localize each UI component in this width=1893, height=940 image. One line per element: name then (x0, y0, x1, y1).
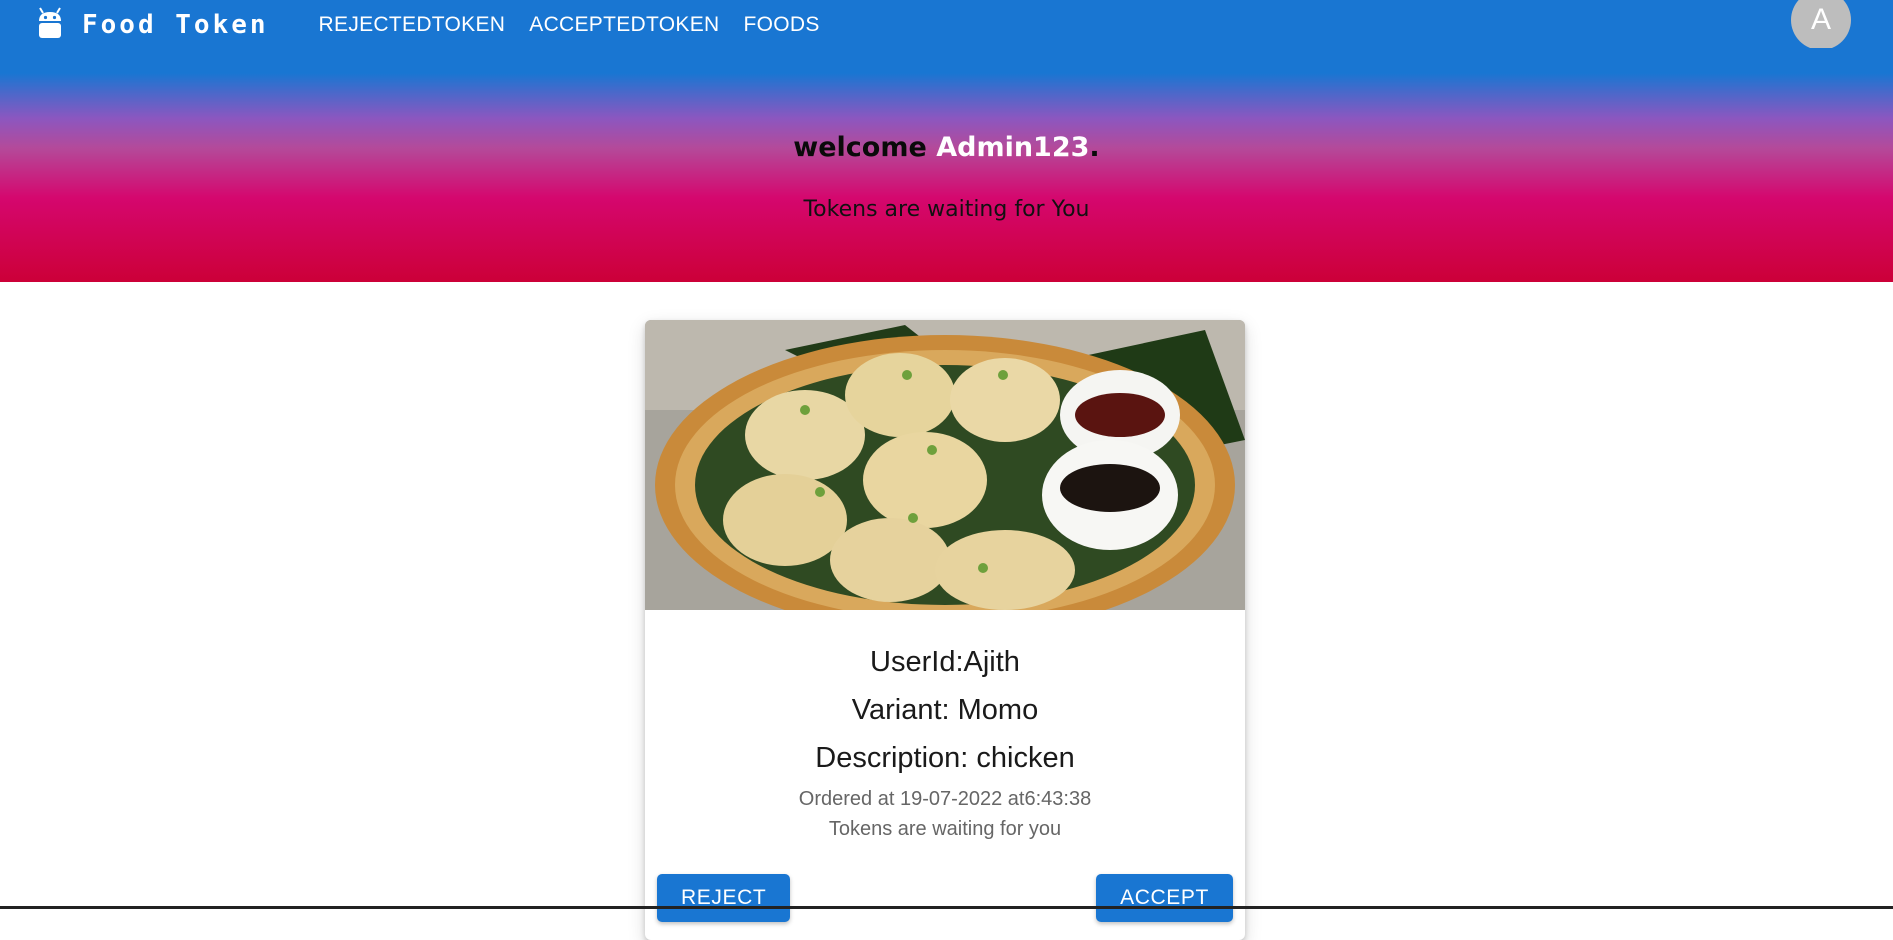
reject-button[interactable]: REJECT (657, 874, 790, 922)
admin-name: Admin123 (936, 132, 1090, 163)
token-card: UserId:Ajith Variant: Momo Description: … (645, 320, 1245, 940)
app-bar: Food Token REJECTEDTOKEN ACCEPTEDTOKEN F… (0, 0, 1893, 50)
brand[interactable]: Food Token (36, 4, 269, 44)
welcome-subtitle: Tokens are waiting for You (803, 197, 1090, 222)
description: Description: chicken (815, 742, 1075, 774)
user-id: UserId:Ajith (870, 646, 1020, 678)
nav-foods[interactable]: FOODS (731, 7, 831, 43)
brand-title: Food Token (82, 9, 269, 40)
accept-button[interactable]: ACCEPT (1096, 874, 1233, 922)
welcome-heading: welcome Admin123. (0, 132, 1893, 163)
ordered-at: Ordered at 19-07-2022 at6:43:38 (798, 788, 1092, 810)
main-nav: REJECTEDTOKEN ACCEPTEDTOKEN FOODS (307, 7, 832, 43)
user-avatar[interactable]: A (1791, 0, 1851, 50)
nav-accepted-token[interactable]: ACCEPTEDTOKEN (517, 7, 731, 43)
card-body: UserId:Ajith Variant: Momo Description: … (645, 610, 1245, 844)
welcome-suffix: . (1089, 132, 1100, 163)
food-image (645, 320, 1245, 610)
android-icon (36, 6, 64, 42)
nav-rejected-token[interactable]: REJECTEDTOKEN (307, 7, 518, 43)
variant: Variant: Momo (851, 694, 1039, 726)
welcome-prefix: welcome (793, 132, 937, 163)
welcome-banner: welcome Admin123. Tokens are waiting for… (0, 48, 1893, 282)
token-status: Tokens are waiting for you (828, 818, 1062, 840)
